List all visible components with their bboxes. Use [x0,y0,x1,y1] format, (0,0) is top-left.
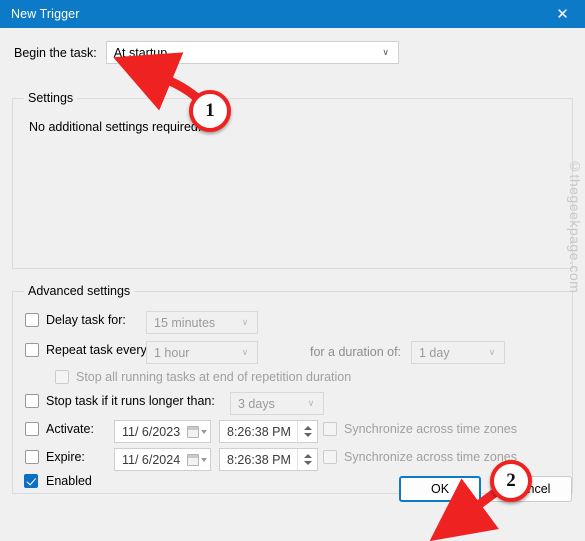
annotation-badge-two: 2 [490,460,532,502]
window-title: New Trigger [11,7,80,21]
dialog-body: Begin the task: At startup ∨ Settings No… [0,28,585,541]
title-bar: New Trigger ✕ [0,0,585,28]
close-icon[interactable]: ✕ [540,0,585,28]
